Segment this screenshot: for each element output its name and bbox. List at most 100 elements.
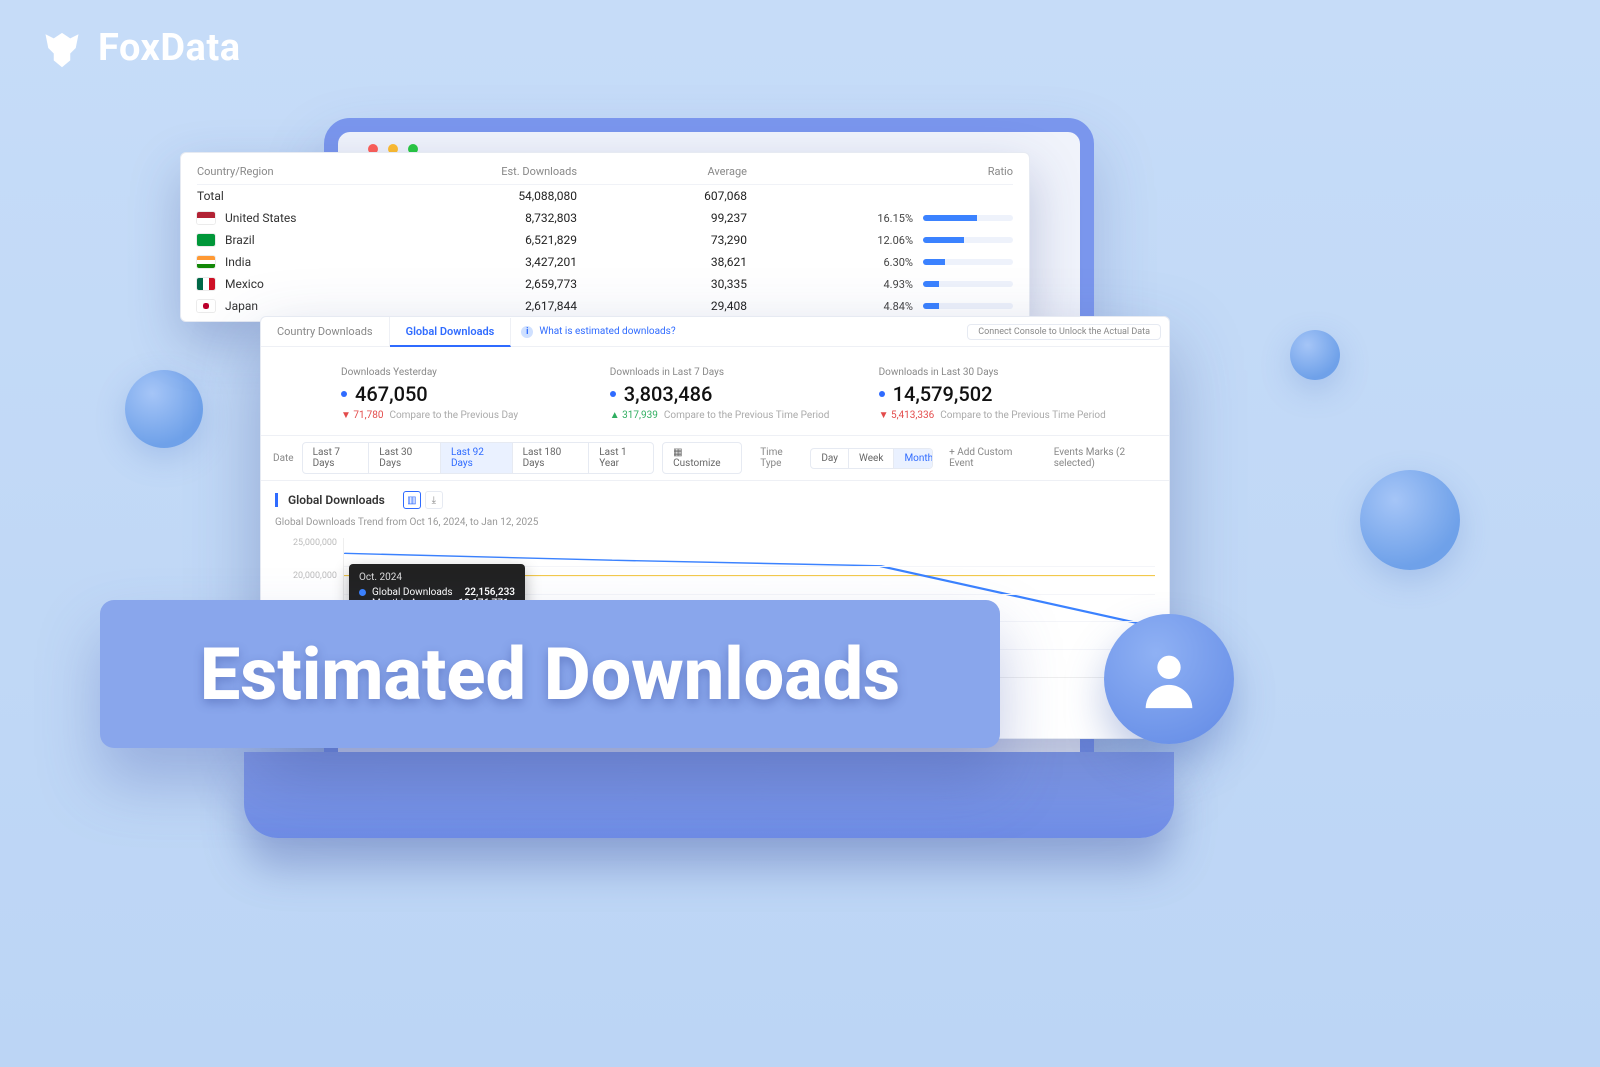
average-value: 30,335 (577, 277, 747, 291)
kpi-value: 3,803,486 (624, 382, 713, 406)
ratio-pct: 4.93% (863, 278, 913, 291)
downloads-value: 3,427,201 (447, 255, 577, 269)
kpi-label: Downloads in Last 30 Days (879, 367, 1109, 378)
decoration-sphere (1360, 470, 1460, 570)
time-type-label: Time Type (760, 447, 802, 469)
flag-icon (197, 300, 215, 312)
average-value: 38,621 (577, 255, 747, 269)
table-row[interactable]: Mexico 2,659,77330,335 4.93% (197, 273, 1013, 295)
tab-global-downloads[interactable]: Global Downloads (390, 318, 512, 347)
info-link[interactable]: i What is estimated downloads? (521, 326, 675, 338)
kpi-delta: ▲ 317,939 (610, 410, 658, 421)
date-pill[interactable]: Last 7 Days (303, 443, 370, 473)
date-range-pills: Last 7 DaysLast 30 DaysLast 92 DaysLast … (302, 442, 655, 474)
country-name: Brazil (225, 233, 255, 247)
events-marks-button[interactable]: Events Marks (2 selected) (1054, 447, 1159, 469)
ratio-bar (923, 237, 1013, 243)
table-row[interactable]: India 3,427,20138,621 6.30% (197, 251, 1013, 273)
kpi-delta: ▼ 71,780 (341, 410, 383, 421)
y-tick: 20,000,000 (275, 571, 337, 581)
date-pill[interactable]: Last 180 Days (513, 443, 590, 473)
country-downloads-panel: Country/Region Est. Downloads Average Ra… (180, 152, 1030, 322)
fox-icon (40, 26, 84, 70)
dot-icon (879, 391, 885, 397)
time-pill[interactable]: Day (811, 449, 849, 468)
dot-icon (359, 589, 366, 596)
calendar-icon: ▦ (673, 447, 682, 458)
date-label: Date (273, 453, 294, 464)
accent-bar (275, 493, 278, 507)
table-row[interactable]: Japan2,617,84429,4084.84% (197, 295, 1013, 317)
customize-date-button[interactable]: ▦ Customize (662, 442, 742, 474)
ratio-pct: 6.30% (863, 256, 913, 269)
average-value: 73,290 (577, 233, 747, 247)
kpi-card: Downloads in Last 7 Days 3,803,486 ▲ 317,9… (610, 367, 840, 421)
downloads-value: 2,659,773 (447, 277, 577, 291)
country-name: Japan (225, 299, 258, 313)
banner-text: Estimated Downloads (200, 632, 900, 717)
kpi-label: Downloads in Last 7 Days (610, 367, 840, 378)
chart-title: Global Downloads (288, 493, 385, 507)
time-pill[interactable]: Week (849, 449, 894, 468)
flag-icon (197, 234, 215, 246)
ratio-bar (923, 259, 1013, 265)
kpi-note: Compare to the Previous Day (389, 410, 518, 421)
table-row-total: Total 54,088,080 607,068 (197, 185, 1013, 207)
time-type-pills: DayWeekMonth (810, 448, 933, 469)
dot-icon (610, 391, 616, 397)
flag-icon (197, 212, 215, 224)
country-name: Mexico (225, 277, 264, 291)
avatar-badge (1104, 614, 1234, 744)
date-pill[interactable]: Last 1 Year (589, 443, 653, 473)
kpi-card: Downloads Yesterday 467,050 ▼ 71,780 Compar… (341, 367, 571, 421)
average-value: 99,237 (577, 211, 747, 225)
col-downloads[interactable]: Est. Downloads (447, 165, 577, 178)
ratio-pct: 12.06% (863, 234, 913, 247)
brand-name: FoxData (98, 26, 241, 70)
add-custom-event-button[interactable]: + Add Custom Event (949, 447, 1032, 469)
tab-country-downloads[interactable]: Country Downloads (261, 317, 390, 346)
kpi-card: Downloads in Last 30 Days 14,579,502 ▼ 5,4… (879, 367, 1109, 421)
chart-download-icon[interactable]: ⤓ (425, 491, 443, 509)
y-tick: 25,000,000 (275, 538, 337, 548)
col-ratio[interactable]: Ratio (747, 165, 1013, 178)
connect-console-button[interactable]: Connect Console to Unlock the Actual Dat… (967, 324, 1161, 340)
decoration-sphere (125, 370, 203, 448)
chart-subtitle: Global Downloads Trend from Oct 16, 2024… (261, 513, 1169, 532)
date-pill[interactable]: Last 92 Days (441, 443, 513, 473)
kpi-note: Compare to the Previous Time Period (940, 410, 1105, 421)
time-pill[interactable]: Month (894, 449, 933, 468)
kpi-label: Downloads Yesterday (341, 367, 571, 378)
ratio-bar (923, 303, 1013, 309)
brand-logo: FoxData (40, 26, 241, 70)
tooltip-month: Oct. 2024 (359, 572, 515, 583)
kpi-value: 467,050 (355, 382, 428, 406)
ratio-pct: 16.15% (863, 212, 913, 225)
decoration-sphere (1290, 330, 1340, 380)
kpi-delta: ▼ 5,413,336 (879, 410, 935, 421)
table-row[interactable]: United States 8,732,80399,237 16.15% (197, 207, 1013, 229)
ratio-bar (923, 215, 1013, 221)
table-row[interactable]: Brazil 6,521,82973,290 12.06% (197, 229, 1013, 251)
country-name: United States (225, 211, 296, 225)
total-downloads: 54,088,080 (447, 189, 577, 203)
kpi-note: Compare to the Previous Time Period (664, 410, 829, 421)
downloads-value: 8,732,803 (447, 211, 577, 225)
total-average: 607,068 (577, 189, 747, 203)
person-icon (1134, 644, 1204, 714)
col-average[interactable]: Average (577, 165, 747, 178)
ratio-bar (923, 281, 1013, 287)
chart-bar-icon[interactable]: ▥ (403, 491, 421, 509)
country-name: India (225, 255, 251, 269)
info-icon: i (521, 326, 533, 338)
title-banner: Estimated Downloads (100, 600, 1000, 748)
date-pill[interactable]: Last 30 Days (369, 443, 441, 473)
col-country[interactable]: Country/Region (197, 165, 447, 178)
total-label: Total (197, 189, 224, 203)
downloads-value: 6,521,829 (447, 233, 577, 247)
ratio-pct: 4.84% (863, 300, 913, 313)
flag-icon (197, 278, 215, 290)
average-value: 29,408 (577, 299, 747, 313)
flag-icon (197, 256, 215, 268)
kpi-value: 14,579,502 (893, 382, 993, 406)
